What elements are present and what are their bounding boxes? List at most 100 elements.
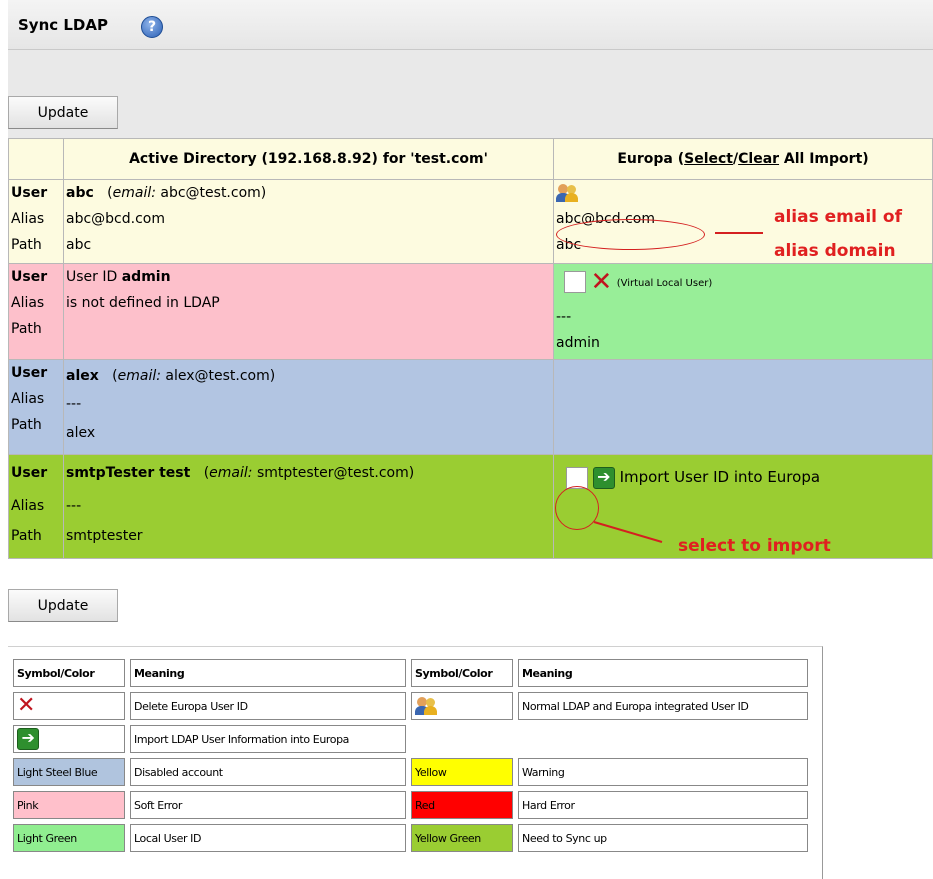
alias-value: --- [66,498,82,514]
alias-label: Alias [11,391,45,407]
email-prefix: email: [117,368,161,384]
user-value: alex (email: alex@test.com) [64,360,553,388]
legend-meaning-normal: Normal LDAP and Europa integrated User I… [518,692,808,720]
email-value: alex@test.com) [160,368,276,384]
legend-color-light-steel-blue: Light Steel Blue [13,758,125,786]
legend-color-yellow-green: Yellow Green [411,824,513,852]
header-active-directory: Active Directory (192.168.8.92) for 'tes… [63,138,554,180]
row-labels: User Alias Path [8,179,64,264]
user-value: User ID admin [64,264,553,290]
help-icon[interactable]: ? [141,16,163,38]
ad-cell: abc (email: abc@test.com) abc@bcd.com ab… [63,179,554,264]
europa-alias: --- [556,309,572,325]
delete-checkbox[interactable] [564,271,586,293]
legend-header-meaning-2: Meaning [518,659,808,687]
virtual-local-note: (Virtual Local User) [616,278,713,289]
clear-all-link[interactable]: Clear [738,151,779,167]
user-value: abc (email: abc@test.com) [64,180,553,206]
europa-path: admin [556,335,600,351]
title-bar: Sync LDAP ? [8,0,933,50]
alias-label: Alias [11,295,45,311]
user-label: User [11,269,48,285]
import-label: Import User ID into Europa [619,468,821,486]
annotation-select: select to import [678,536,831,556]
alias-value: is not defined in LDAP [66,295,220,311]
user-name: admin [121,269,171,285]
path-label: Path [11,417,42,433]
legend-color-yellow: Yellow [411,758,513,786]
legend-meaning-local-user: Local User ID [130,824,406,852]
alias-highlight-ellipse [556,219,705,250]
alias-label: Alias [11,211,45,227]
path-value: smtptester [66,528,143,544]
header-europa: Europa (Select/Clear All Import) [553,138,933,180]
path-label: Path [11,321,42,337]
header-europa-suffix: All Import) [779,151,869,167]
legend-meaning-soft-error: Soft Error [130,791,406,819]
legend-meaning-warning: Warning [518,758,808,786]
europa-status: ➔ Import User ID into Europa [554,455,932,495]
ad-cell: User ID admin is not defined in LDAP [63,263,554,360]
legend-empty [518,725,808,753]
user-name: abc [66,185,94,201]
select-all-link[interactable]: Select [684,151,733,167]
import-arrow-icon: ➔ [17,728,39,750]
legend-meaning-sync: Need to Sync up [518,824,808,852]
user-name: smtpTester test [66,465,191,481]
annotation-arrow-line [593,521,663,543]
email-value: smtptester@test.com) [252,465,415,481]
europa-cell [553,359,933,455]
ad-cell: alex (email: alex@test.com) --- alex [63,359,554,455]
user-name: alex [66,368,99,384]
user-label: User [11,185,48,201]
header-blank [8,138,64,180]
user-label: User [11,465,48,481]
annotation-alias-line2: alias domain [774,241,896,261]
path-value [64,316,553,342]
alias-value: abc@bcd.com [66,211,165,227]
europa-cell: ✕ (Virtual Local User) --- admin [553,263,933,360]
europa-status [554,180,932,206]
email-value: abc@test.com) [155,185,267,201]
legend-table: Symbol/Color Meaning Symbol/Color Meanin… [8,654,813,857]
import-arrow-icon: ➔ [592,466,615,489]
alias-value: --- [66,396,82,412]
user-label: User [11,365,48,381]
legend-header-meaning: Meaning [130,659,406,687]
email-prefix: email: [209,465,253,481]
alias-label: Alias [11,498,45,514]
path-value: alex [66,425,96,441]
ad-cell: smtpTester test (email: smtptester@test.… [63,454,554,559]
delete-x-icon: ✕ [17,693,36,718]
update-button-bottom[interactable]: Update [8,589,118,622]
path-label: Path [11,528,42,544]
path-label: Path [11,237,42,253]
legend-meaning-disabled: Disabled account [130,758,406,786]
header-europa-prefix: Europa ( [617,151,685,167]
legend-header-symbol-2: Symbol/Color [411,659,513,687]
users-icon [415,697,437,715]
legend-symbol-delete: ✕ [13,692,125,720]
path-value: abc [66,237,92,253]
page-title: Sync LDAP [18,16,108,34]
annotation-line [715,232,763,234]
legend-symbol-normal [411,692,513,720]
annotation-alias-line1: alias email of [774,207,902,227]
table-row: User Alias Path alex (email: alex@test.c… [8,359,933,455]
sync-table: Active Directory (192.168.8.92) for 'tes… [8,138,933,559]
user-prefix: User ID [66,269,122,285]
legend-color-light-green: Light Green [13,824,125,852]
legend-symbol-import: ➔ [13,725,125,753]
users-icon [556,184,578,202]
legend-color-pink: Pink [13,791,125,819]
row-labels: User Alias Path [8,454,64,559]
row-labels: User Alias Path [8,359,64,455]
row-labels: User Alias Path [8,263,64,360]
user-value: smtpTester test (email: smtptester@test.… [64,455,553,491]
europa-status: ✕ (Virtual Local User) [554,264,932,300]
legend-empty [411,725,513,753]
email-prefix: email: [112,185,156,201]
legend-header-symbol: Symbol/Color [13,659,125,687]
legend-color-red: Red [411,791,513,819]
update-button-top[interactable]: Update [8,96,118,129]
